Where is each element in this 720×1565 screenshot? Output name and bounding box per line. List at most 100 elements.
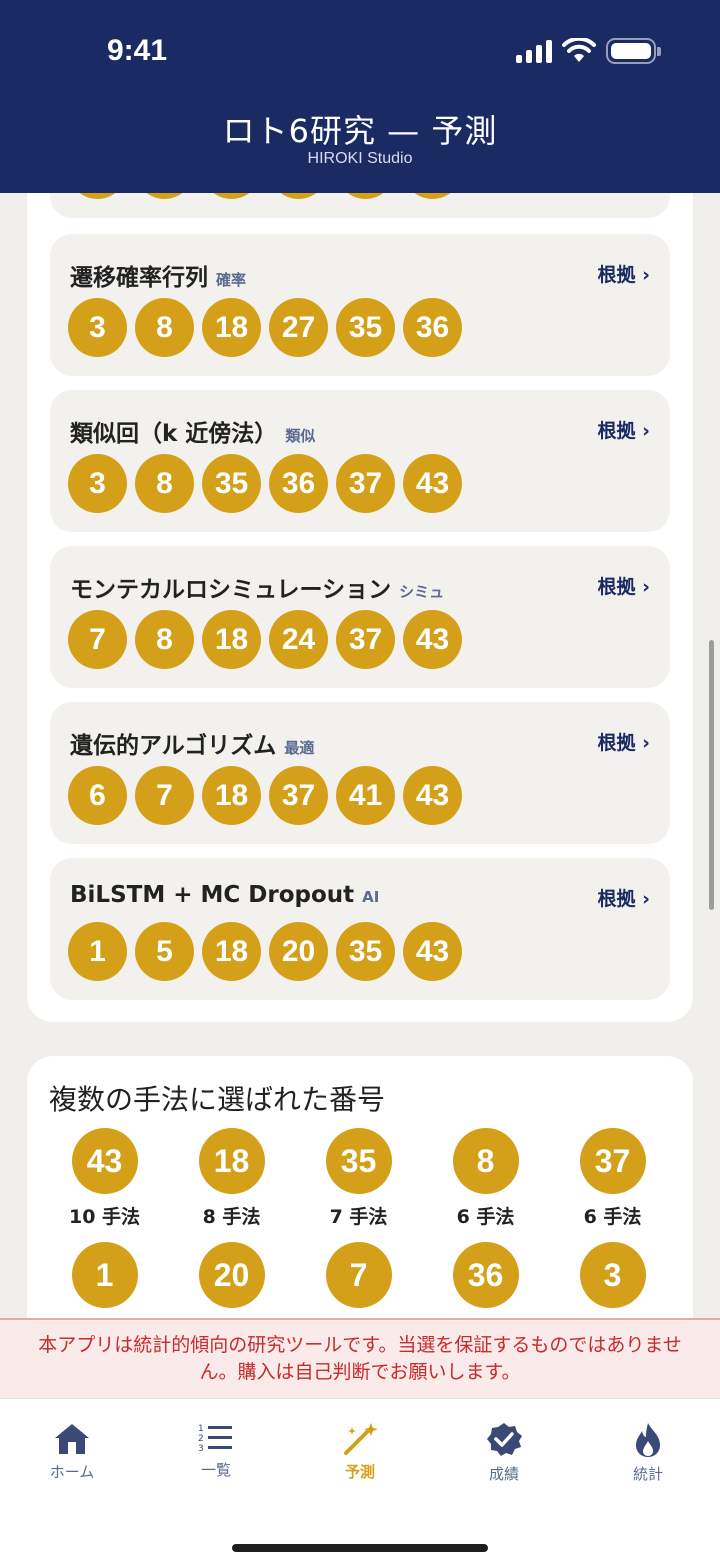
method-card-transition[interactable]: 遷移確率行列 確率 根拠 › 3 8 18 27 35 36 — [50, 234, 670, 376]
method-card-bilstm[interactable]: BiLSTM + MC Dropout AI 根拠 › 1 5 18 20 35 … — [50, 858, 670, 1000]
method-name: 類似回（k 近傍法） 類似 — [70, 421, 316, 447]
number-ball: 37 — [269, 766, 328, 825]
tab-label: 一覧 — [200, 1461, 231, 1479]
number-ball: 7 — [68, 610, 127, 669]
page-subtitle: HIROKI Studio — [307, 150, 413, 167]
number-ball: 36 — [403, 298, 462, 357]
number-ball: 37 — [336, 610, 395, 669]
number-ball: 18 — [198, 1128, 265, 1194]
rationale-link[interactable]: 根拠 › — [598, 728, 650, 755]
number-ball: 5 — [135, 922, 194, 981]
method-card-montecarlo[interactable]: モンテカルロシミュレーション シミュ 根拠 › 7 8 18 24 37 43 — [50, 546, 670, 688]
consensus-item: 35 7 手法 — [295, 1128, 422, 1228]
home-icon — [55, 1424, 89, 1454]
method-tag: AI — [362, 888, 380, 906]
number-ball: 3 — [579, 1242, 646, 1308]
number-balls: 6 7 18 37 41 43 — [68, 766, 462, 825]
number-balls: 7 8 18 24 37 43 — [68, 610, 462, 669]
method-tag: シミュ — [399, 583, 445, 601]
method-card-knn[interactable]: 類似回（k 近傍法） 類似 根拠 › 3 8 35 36 37 43 — [50, 390, 670, 532]
home-indicator — [232, 1544, 488, 1552]
tab-home[interactable]: ホーム — [17, 1421, 127, 1482]
rationale-link[interactable]: 根拠 › — [598, 260, 650, 287]
status-icons — [516, 38, 661, 64]
tab-results[interactable]: 成績 — [449, 1421, 559, 1484]
method-count: 6 手法 — [583, 1206, 642, 1228]
number-ball: 1 — [68, 922, 127, 981]
page-title: ロト6研究 — 予測 — [222, 112, 498, 150]
number-ball: 18 — [202, 922, 261, 981]
rationale-link[interactable]: 根拠 › — [598, 572, 650, 599]
number-ball: 35 — [336, 298, 395, 357]
number-ball: 20 — [269, 922, 328, 981]
check-badge-icon — [487, 1423, 522, 1456]
method-tag: 最適 — [284, 739, 315, 757]
number-ball: 35 — [202, 454, 261, 513]
consensus-grid: 43 10 手法 18 8 手法 35 7 手法 8 6 手法 37 6 手法 — [41, 1128, 681, 1308]
consensus-row: 1 20 7 36 3 — [41, 1242, 681, 1308]
consensus-item: 8 6 手法 — [422, 1128, 549, 1228]
number-ball: 18 — [202, 298, 261, 357]
number-ball: 20 — [198, 1242, 265, 1308]
wifi-icon — [562, 38, 596, 62]
method-name: 遺伝的アルゴリズム 最適 — [70, 733, 315, 759]
consensus-item: 43 10 手法 — [41, 1128, 168, 1228]
consensus-item: 18 8 手法 — [168, 1128, 295, 1228]
rationale-link[interactable]: 根拠 › — [598, 884, 650, 911]
method-count: 7 手法 — [329, 1206, 388, 1228]
app-header: 9:41 ロト6研究 — 予測 HIROKI Studio — [0, 0, 720, 193]
number-ball: 35 — [325, 1128, 392, 1194]
consensus-item: 3 — [549, 1242, 676, 1308]
number-ball: 8 — [135, 610, 194, 669]
consensus-item: 20 — [168, 1242, 295, 1308]
svg-text:3: 3 — [198, 1444, 204, 1454]
number-ball: 43 — [403, 766, 462, 825]
number-ball: 18 — [202, 766, 261, 825]
method-name: モンテカルロシミュレーション シミュ — [70, 577, 445, 603]
method-tag: 確率 — [216, 271, 247, 289]
number-balls: 1 5 18 20 35 43 — [68, 922, 462, 981]
method-name: 遷移確率行列 確率 — [70, 265, 247, 291]
number-ball: 3 — [68, 454, 127, 513]
number-balls: 3 8 35 36 37 43 — [68, 454, 462, 513]
number-ball: 3 — [68, 298, 127, 357]
list-icon: 1 2 3 — [198, 1424, 232, 1454]
number-ball: 37 — [336, 454, 395, 513]
number-ball: 8 — [135, 454, 194, 513]
tab-predict[interactable]: 予測 — [305, 1421, 415, 1482]
number-ball: 43 — [71, 1128, 138, 1194]
tab-list[interactable]: 1 2 3 一覧 — [161, 1421, 271, 1480]
number-ball: 7 — [135, 766, 194, 825]
battery-icon — [606, 38, 661, 64]
tab-label: ホーム — [49, 1463, 95, 1481]
method-count: 10 手法 — [68, 1206, 141, 1228]
scrollbar[interactable] — [709, 640, 714, 910]
number-balls: 3 8 18 27 35 36 — [68, 298, 462, 357]
number-ball: 27 — [269, 298, 328, 357]
consensus-row: 43 10 手法 18 8 手法 35 7 手法 8 6 手法 37 6 手法 — [41, 1128, 681, 1228]
method-tag: 類似 — [285, 427, 316, 445]
method-count: 8 手法 — [202, 1206, 261, 1228]
method-name: BiLSTM + MC Dropout AI — [70, 882, 380, 908]
tab-label: 予測 — [344, 1463, 375, 1481]
consensus-item: 7 — [295, 1242, 422, 1308]
number-ball: 37 — [579, 1128, 646, 1194]
number-ball: 18 — [202, 610, 261, 669]
number-ball: 8 — [135, 298, 194, 357]
number-ball: 7 — [325, 1242, 392, 1308]
consensus-title: 複数の手法に選ばれた番号 — [49, 1083, 386, 1116]
method-card-genetic[interactable]: 遺伝的アルゴリズム 最適 根拠 › 6 7 18 37 41 43 — [50, 702, 670, 844]
number-ball: 35 — [336, 922, 395, 981]
cellular-signal-icon — [516, 39, 552, 63]
tab-label: 統計 — [632, 1465, 663, 1483]
tab-bar: ホーム 1 2 3 一覧 予測 成績 統計 — [0, 1398, 720, 1565]
number-ball: 1 — [71, 1242, 138, 1308]
number-ball: 43 — [403, 922, 462, 981]
svg-text:1: 1 — [198, 1424, 204, 1434]
tab-stats[interactable]: 統計 — [593, 1421, 703, 1484]
method-count: 6 手法 — [456, 1206, 515, 1228]
rationale-link[interactable]: 根拠 › — [598, 416, 650, 443]
tab-label: 成績 — [488, 1465, 519, 1483]
number-ball: 36 — [452, 1242, 519, 1308]
flame-icon — [636, 1423, 660, 1457]
